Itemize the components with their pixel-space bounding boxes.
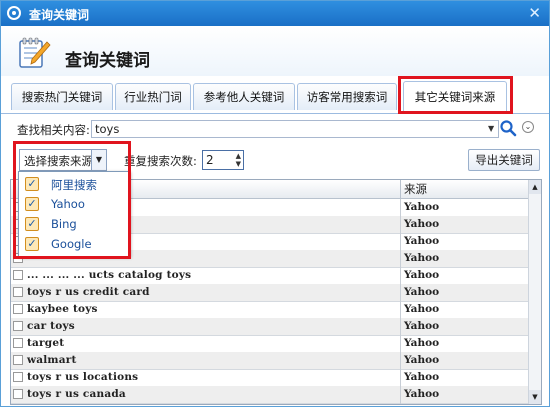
table-row[interactable]: walmart Yahoo [11,352,529,370]
spin-down-icon[interactable]: ▼ [236,160,241,168]
dropdown-arrow-icon[interactable]: ▼ [488,124,494,133]
window: 查询关键词 ✕ 查询关键词 搜索热门关键词 行业热门词 参考他人关键词 访客常用… [0,0,550,407]
keyword-cell: ... ... ... ... ucts catalog toys [27,269,192,281]
active-tab-highlight [398,76,513,114]
row-checkbox[interactable] [13,389,23,399]
table-row[interactable]: toys r us locations Yahoo [11,369,529,387]
table-row[interactable]: target Yahoo [11,335,529,353]
tab-reference[interactable]: 参考他人关键词 [193,83,295,110]
source-cell: Yahoo [400,318,439,335]
source-cell: Yahoo [400,352,439,369]
keyword-cell: walmart [27,354,77,366]
table-row[interactable]: toys r us hoursYahoo [11,403,529,404]
row-checkbox[interactable] [13,355,23,365]
tab-visitor-terms[interactable]: 访客常用搜索词 [297,83,397,110]
repeat-label: 重复搜索次数: [124,154,197,168]
dropdown-highlight [13,141,131,259]
row-checkbox[interactable] [13,270,23,280]
table-row[interactable]: kaybee toys Yahoo [11,301,529,319]
row-checkbox[interactable] [13,321,23,331]
source-cell: Yahoo [400,216,439,233]
window-title: 查询关键词 [29,8,90,22]
search-value: toys [95,122,120,136]
table-row[interactable]: toys r us canada Yahoo [11,386,529,404]
keyword-cell: toys r us credit card [27,286,150,298]
source-cell: Yahoo [400,199,439,216]
chevron-down-icon[interactable]: ⌄ [522,121,534,133]
table-row[interactable]: car toys Yahoo [11,318,529,336]
source-cell: Yahoo [400,233,439,250]
export-keywords-button[interactable]: 导出关键词 [468,149,540,171]
close-button[interactable]: ✕ [528,4,541,22]
row-checkbox[interactable] [13,338,23,348]
source-cell: Yahoo [400,369,439,386]
notepad-pencil-icon [19,37,51,68]
source-cell: Yahoo [400,250,439,267]
spin-up-icon[interactable]: ▲ [236,152,241,160]
source-cell: Yahoo [400,284,439,301]
tab-industry[interactable]: 行业热门词 [115,83,191,110]
tab-hot-keywords[interactable]: 搜索热门关键词 [11,83,113,110]
scroll-down-icon[interactable]: ▼ [529,390,541,404]
search-input[interactable]: toys ▼ [91,120,499,138]
keyword-cell: toys r us canada [27,388,126,400]
row-checkbox[interactable] [13,304,23,314]
search-label: 查找相关内容: [17,123,90,137]
vertical-scrollbar[interactable]: ▲ ▼ [528,180,541,404]
keyword-cell: target [27,337,65,349]
repeat-count-value: 2 [206,153,214,167]
source-cell: Yahoo [400,301,439,318]
table-row[interactable]: ... ... ... ... ucts catalog toys Yahoo [11,267,529,285]
search-icon[interactable] [499,119,517,137]
row-checkbox[interactable] [13,372,23,382]
page-title: 查询关键词 [65,51,150,71]
header: 查询关键词 [1,26,549,76]
column-header-source[interactable]: 来源 [400,180,427,198]
source-cell: Yahoo [400,386,439,403]
source-cell: Yahoo [400,403,439,404]
row-checkbox[interactable] [13,287,23,297]
keyword-cell: toys r us locations [27,371,139,383]
table-row[interactable]: toys r us credit card Yahoo [11,284,529,302]
source-cell: Yahoo [400,267,439,284]
repeat-count-stepper[interactable]: 2 ▲ ▼ [202,150,244,170]
keyword-cell: car toys [27,320,75,332]
keyword-cell: kaybee toys [27,303,98,315]
source-cell: Yahoo [400,335,439,352]
title-bar[interactable]: 查询关键词 ✕ [1,1,549,26]
app-icon [7,6,21,20]
scroll-up-icon[interactable]: ▲ [529,180,541,194]
